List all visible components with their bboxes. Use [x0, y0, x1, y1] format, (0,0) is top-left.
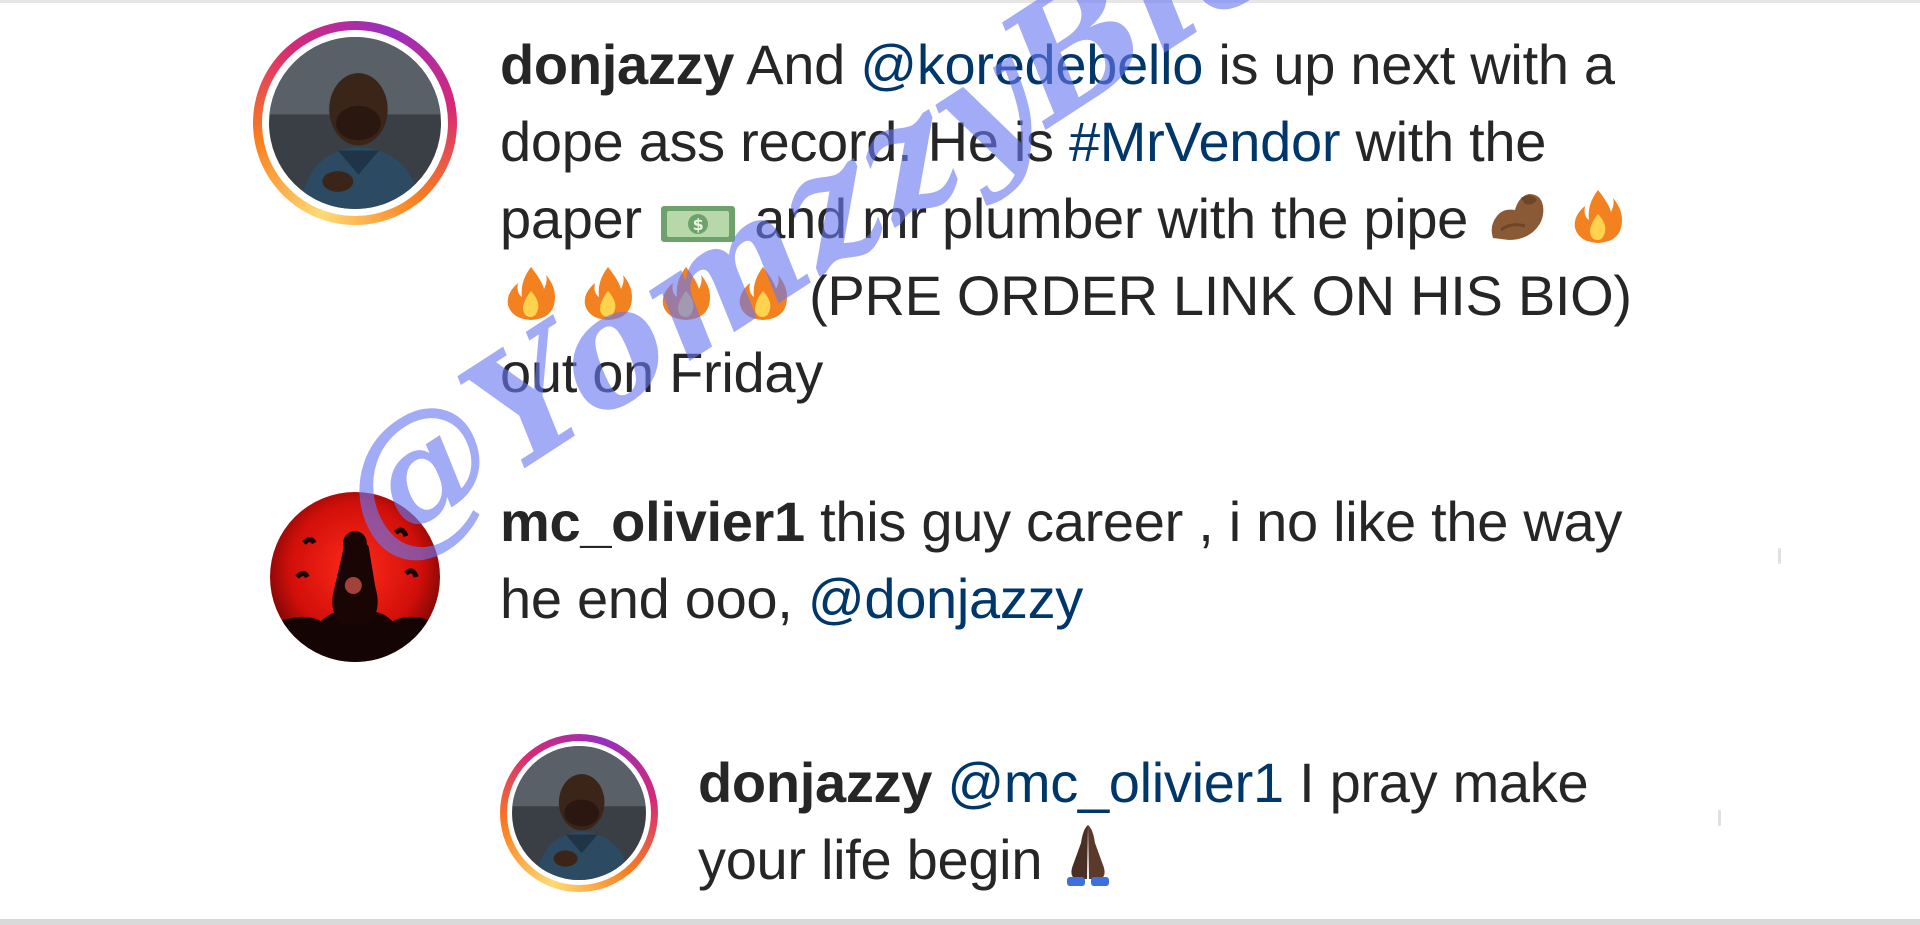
mc-olivier1-photo-icon: [270, 492, 440, 662]
donjazzy-avatar[interactable]: [500, 734, 658, 892]
comment-username[interactable]: donjazzy: [698, 751, 932, 814]
fire-icon: [1569, 186, 1627, 246]
comment-username[interactable]: donjazzy: [500, 33, 734, 96]
mc-olivier1-avatar[interactable]: [270, 492, 440, 662]
flexed-biceps-icon: [1485, 186, 1549, 246]
donjazzy-avatar[interactable]: [253, 21, 457, 225]
comment-body-text: And: [746, 33, 845, 96]
avatar-photo: [269, 37, 441, 209]
fire-icon: [657, 263, 715, 323]
mention-link[interactable]: @donjazzy: [808, 567, 1083, 630]
donjazzy-photo-icon: [269, 37, 441, 209]
donjazzy-photo-icon: [512, 746, 646, 880]
comment-text: donjazzy And @koredebello is up next wit…: [500, 26, 1680, 411]
comment-text: mc_olivier1 this guy career , i no like …: [500, 483, 1680, 637]
fire-icon: [579, 263, 637, 323]
money-bill-icon: $: [659, 200, 737, 246]
comment-like-indicator: [1778, 548, 1781, 564]
fire-icon: [734, 263, 792, 323]
bottom-divider: [0, 919, 1920, 925]
mention-link[interactable]: @mc_olivier1: [947, 751, 1284, 814]
top-divider: [0, 0, 1920, 3]
svg-text:$: $: [693, 215, 704, 234]
fire-icon: [502, 263, 560, 323]
folded-hands-icon: [1059, 821, 1117, 887]
comment-body-text: and mr plumber with the pipe: [754, 187, 1469, 250]
hashtag-link[interactable]: #MrVendor: [1069, 110, 1341, 173]
comment-username[interactable]: mc_olivier1: [500, 490, 805, 553]
mention-link[interactable]: @koredebello: [860, 33, 1203, 96]
avatar-photo: [512, 746, 646, 880]
comment-text: donjazzy @mc_olivier1 I pray make your l…: [698, 744, 1618, 898]
comment-thread-screenshot: donjazzy And @koredebello is up next wit…: [0, 0, 1920, 925]
comment-like-indicator: [1718, 810, 1721, 826]
